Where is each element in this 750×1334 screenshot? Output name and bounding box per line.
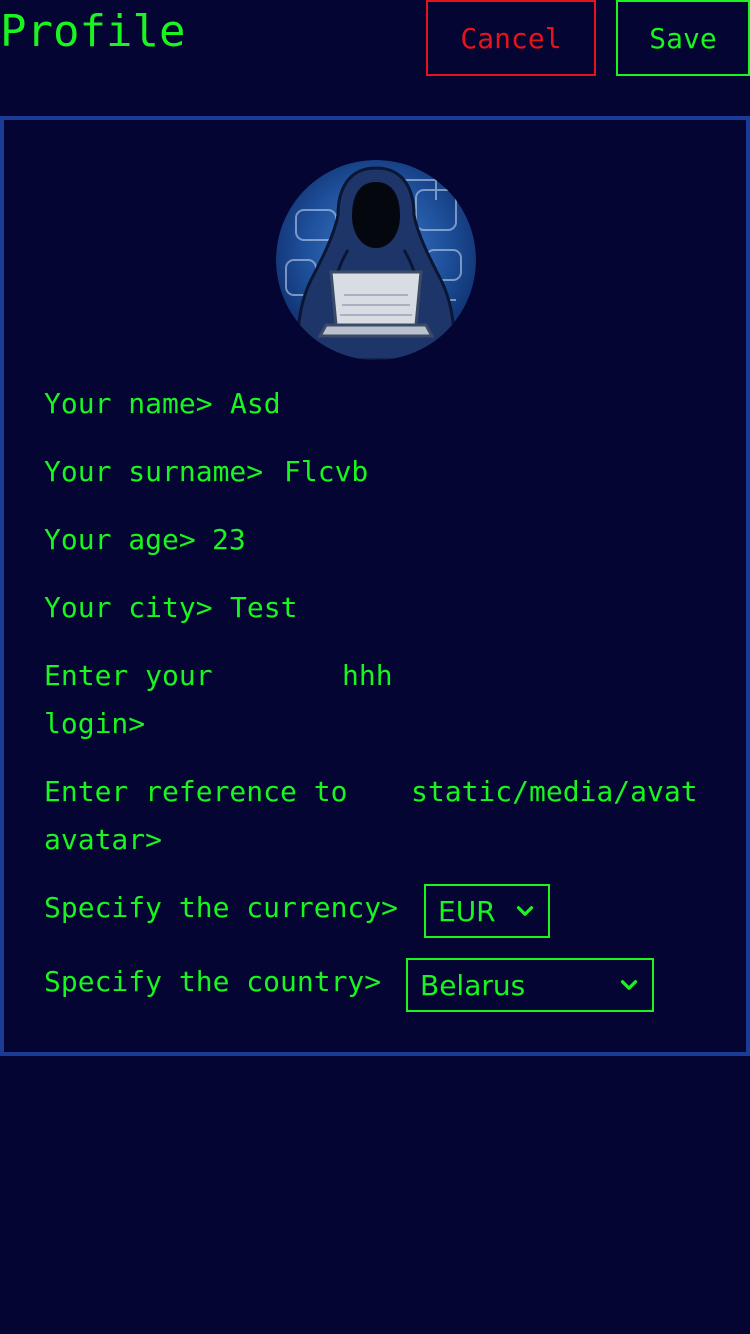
avatar-reference-label: Enter reference to avatar> [44, 768, 347, 864]
country-select[interactable]: Belarus [406, 958, 654, 1012]
avatar-reference-label-line2: avatar> [44, 823, 163, 856]
city-label: Your city> [44, 591, 213, 624]
chevron-down-icon [516, 906, 534, 916]
age-input[interactable]: 23 [212, 516, 246, 564]
login-label: Enter your login> [44, 652, 213, 748]
surname-label: Your surname> [44, 455, 264, 488]
surname-input[interactable]: Flcvb [284, 448, 368, 496]
avatar[interactable] [276, 160, 476, 360]
save-button[interactable]: Save [616, 0, 750, 76]
currency-label: Specify the currency> [44, 891, 399, 924]
age-label: Your age> [44, 523, 196, 556]
name-label: Your name> [44, 387, 213, 420]
avatar-reference-label-line1: Enter reference to [44, 775, 348, 808]
country-select-value: Belarus [420, 968, 526, 1002]
login-label-line2: login> [44, 707, 146, 740]
cancel-button[interactable]: Cancel [426, 0, 596, 76]
country-label: Specify the country> [44, 965, 382, 998]
avatar-reference-input[interactable]: static/media/avat [411, 768, 711, 816]
currency-select[interactable]: EUR [424, 884, 550, 938]
city-input[interactable]: Test [230, 584, 297, 632]
page-title: Profile [0, 6, 186, 57]
login-label-line1: Enter your [44, 659, 213, 692]
currency-select-value: EUR [438, 894, 496, 928]
name-input[interactable]: Asd [230, 380, 281, 428]
chevron-down-icon [620, 980, 638, 990]
login-input[interactable]: hhh [342, 652, 393, 700]
hooded-hacker-avatar-icon [276, 160, 476, 360]
